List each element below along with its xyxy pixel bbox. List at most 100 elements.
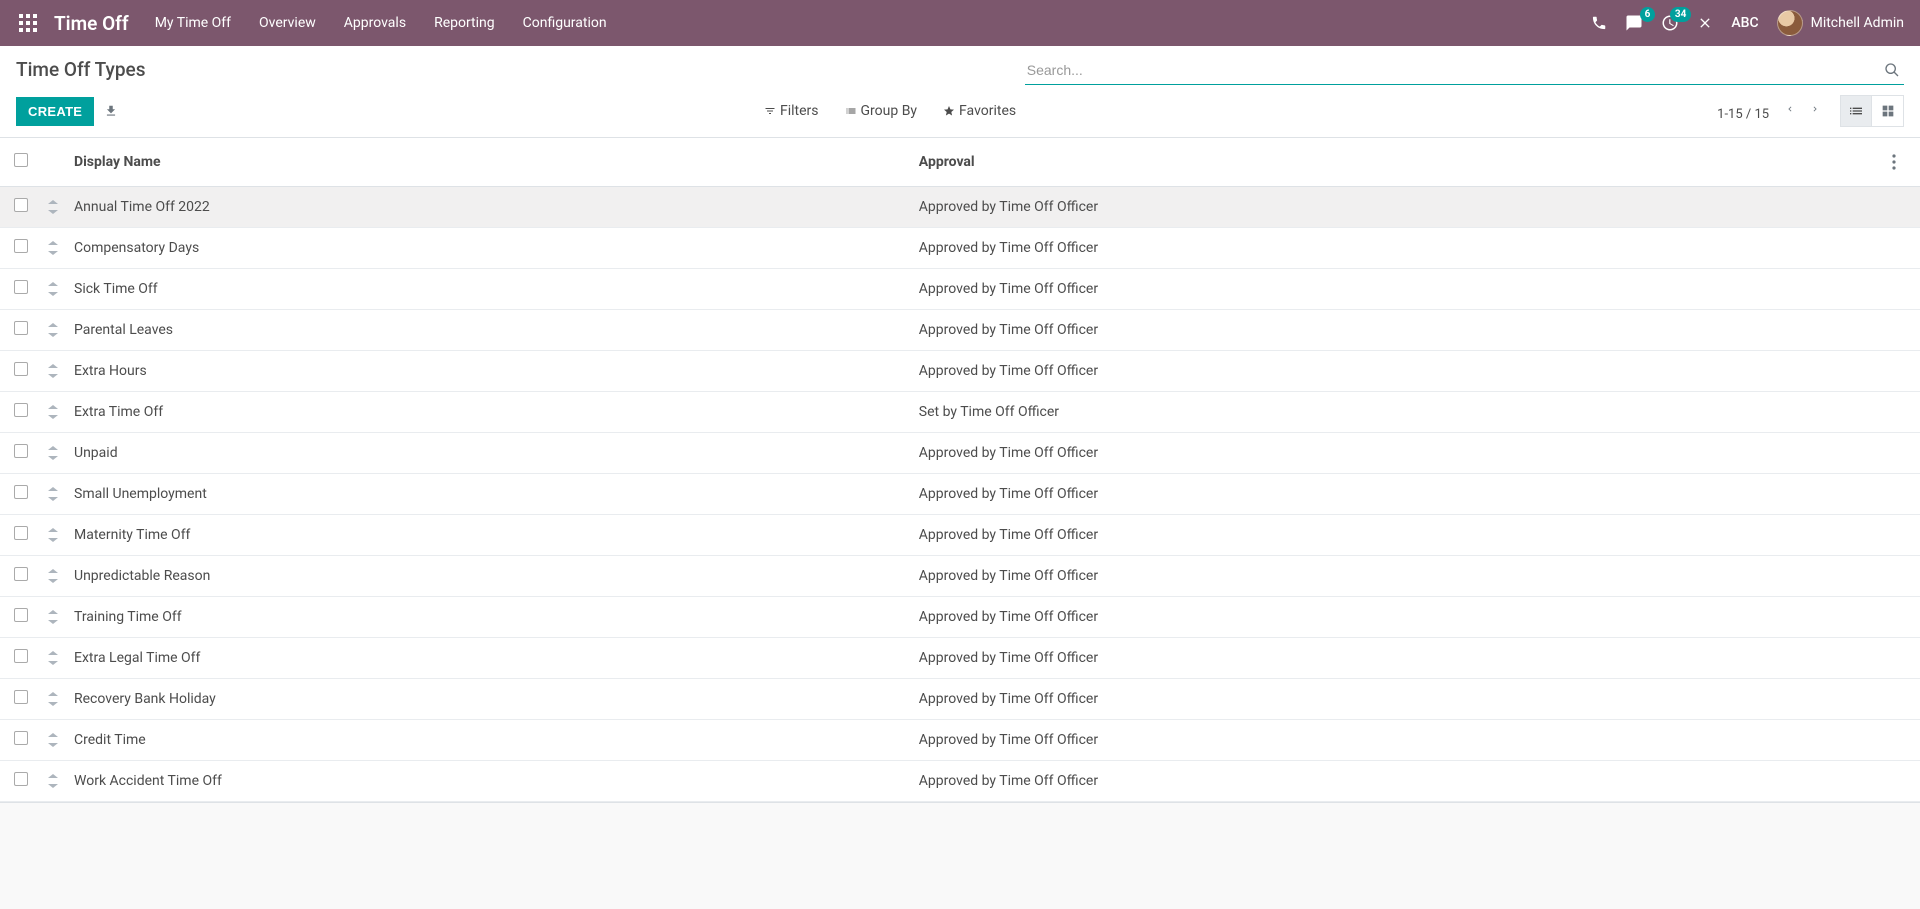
row-checkbox[interactable]: [14, 526, 28, 540]
select-all-checkbox[interactable]: [14, 153, 28, 167]
drag-handle-icon[interactable]: [40, 720, 66, 761]
row-checkbox[interactable]: [14, 608, 28, 622]
cell-display-name: Sick Time Off: [66, 269, 911, 310]
search-input[interactable]: [1025, 58, 1880, 82]
drag-handle-icon[interactable]: [40, 638, 66, 679]
column-header-display-name[interactable]: Display Name: [66, 138, 911, 187]
row-checkbox[interactable]: [14, 690, 28, 704]
star-icon: [943, 105, 955, 117]
table-row[interactable]: Training Time OffApproved by Time Off Of…: [0, 597, 1920, 638]
table-row[interactable]: Annual Time Off 2022Approved by Time Off…: [0, 187, 1920, 228]
drag-handle-icon[interactable]: [40, 392, 66, 433]
drag-handle-icon[interactable]: [40, 597, 66, 638]
row-checkbox[interactable]: [14, 444, 28, 458]
cell-approval: Approved by Time Off Officer: [911, 556, 1884, 597]
column-options-button[interactable]: [1884, 138, 1920, 187]
table-row[interactable]: Compensatory DaysApproved by Time Off Of…: [0, 228, 1920, 269]
pager: 1-15 / 15: [1717, 100, 1826, 122]
page-title: Time Off Types: [16, 58, 145, 81]
cell-display-name: Training Time Off: [66, 597, 911, 638]
funnel-icon: [764, 105, 776, 117]
drag-handle-icon[interactable]: [40, 187, 66, 228]
groupby-label: Group By: [861, 103, 918, 119]
table-row[interactable]: Extra Legal Time OffApproved by Time Off…: [0, 638, 1920, 679]
nav-item-approvals[interactable]: Approvals: [344, 15, 406, 31]
nav-item-my-time-off[interactable]: My Time Off: [155, 15, 231, 31]
row-checkbox[interactable]: [14, 485, 28, 499]
row-checkbox[interactable]: [14, 772, 28, 786]
row-checkbox[interactable]: [14, 731, 28, 745]
drag-handle-icon[interactable]: [40, 351, 66, 392]
cell-display-name: Credit Time: [66, 720, 911, 761]
drag-handle-icon[interactable]: [40, 269, 66, 310]
row-checkbox[interactable]: [14, 321, 28, 335]
drag-handle-icon[interactable]: [40, 761, 66, 802]
pager-text: 1-15 / 15: [1717, 107, 1769, 122]
favorites-button[interactable]: Favorites: [943, 103, 1016, 119]
drag-handle-icon[interactable]: [40, 228, 66, 269]
view-list-button[interactable]: [1840, 95, 1872, 127]
company-selector[interactable]: ABC: [1731, 15, 1758, 31]
table-row[interactable]: Sick Time OffApproved by Time Off Office…: [0, 269, 1920, 310]
drag-handle-icon[interactable]: [40, 679, 66, 720]
phone-icon[interactable]: [1591, 15, 1607, 31]
cell-display-name: Extra Time Off: [66, 392, 911, 433]
table-row[interactable]: Small UnemploymentApproved by Time Off O…: [0, 474, 1920, 515]
table-row[interactable]: Maternity Time OffApproved by Time Off O…: [0, 515, 1920, 556]
nav-item-configuration[interactable]: Configuration: [523, 15, 607, 31]
export-button[interactable]: [104, 104, 118, 118]
search-bar: [1025, 58, 1904, 85]
row-checkbox[interactable]: [14, 567, 28, 581]
column-header-approval[interactable]: Approval: [911, 138, 1884, 187]
debug-icon[interactable]: [1697, 15, 1713, 31]
activities-icon[interactable]: 34: [1661, 14, 1679, 32]
apps-menu-icon[interactable]: [16, 11, 40, 35]
table-row[interactable]: Work Accident Time OffApproved by Time O…: [0, 761, 1920, 802]
user-menu[interactable]: Mitchell Admin: [1777, 10, 1904, 36]
view-kanban-button[interactable]: [1872, 95, 1904, 127]
groupby-button[interactable]: Group By: [845, 103, 918, 119]
table-row[interactable]: Extra HoursApproved by Time Off Officer: [0, 351, 1920, 392]
cell-approval: Approved by Time Off Officer: [911, 351, 1884, 392]
drag-handle-icon[interactable]: [40, 310, 66, 351]
search-icon[interactable]: [1880, 60, 1904, 80]
cell-approval: Approved by Time Off Officer: [911, 433, 1884, 474]
table-row[interactable]: Credit TimeApproved by Time Off Officer: [0, 720, 1920, 761]
main-navbar: Time Off My Time Off Overview Approvals …: [0, 0, 1920, 46]
cell-display-name: Work Accident Time Off: [66, 761, 911, 802]
cell-approval: Approved by Time Off Officer: [911, 720, 1884, 761]
table-row[interactable]: Recovery Bank HolidayApproved by Time Of…: [0, 679, 1920, 720]
drag-handle-icon[interactable]: [40, 515, 66, 556]
drag-handle-icon[interactable]: [40, 433, 66, 474]
table-row[interactable]: Parental LeavesApproved by Time Off Offi…: [0, 310, 1920, 351]
row-checkbox[interactable]: [14, 649, 28, 663]
row-checkbox[interactable]: [14, 198, 28, 212]
row-checkbox[interactable]: [14, 403, 28, 417]
row-checkbox[interactable]: [14, 239, 28, 253]
nav-item-overview[interactable]: Overview: [259, 15, 316, 31]
filters-button[interactable]: Filters: [764, 103, 819, 119]
drag-handle-icon[interactable]: [40, 474, 66, 515]
messages-icon[interactable]: 6: [1625, 14, 1643, 32]
cell-approval: Approved by Time Off Officer: [911, 761, 1884, 802]
drag-handle-icon[interactable]: [40, 556, 66, 597]
view-switcher: [1840, 95, 1904, 127]
row-checkbox[interactable]: [14, 362, 28, 376]
create-button[interactable]: CREATE: [16, 97, 94, 126]
table-row[interactable]: Unpredictable ReasonApproved by Time Off…: [0, 556, 1920, 597]
pager-next[interactable]: [1804, 100, 1826, 118]
row-checkbox[interactable]: [14, 280, 28, 294]
nav-item-reporting[interactable]: Reporting: [434, 15, 495, 31]
table-row[interactable]: Extra Time OffSet by Time Off Officer: [0, 392, 1920, 433]
pager-prev[interactable]: [1779, 100, 1801, 118]
app-brand[interactable]: Time Off: [54, 12, 129, 35]
favorites-label: Favorites: [959, 103, 1016, 119]
cell-approval: Approved by Time Off Officer: [911, 187, 1884, 228]
cell-approval: Approved by Time Off Officer: [911, 515, 1884, 556]
list-icon: [845, 105, 857, 117]
user-name: Mitchell Admin: [1811, 15, 1904, 31]
table-row[interactable]: UnpaidApproved by Time Off Officer: [0, 433, 1920, 474]
cell-display-name: Recovery Bank Holiday: [66, 679, 911, 720]
cell-approval: Approved by Time Off Officer: [911, 638, 1884, 679]
list-view: Display Name Approval Annual Time Off 20…: [0, 138, 1920, 803]
